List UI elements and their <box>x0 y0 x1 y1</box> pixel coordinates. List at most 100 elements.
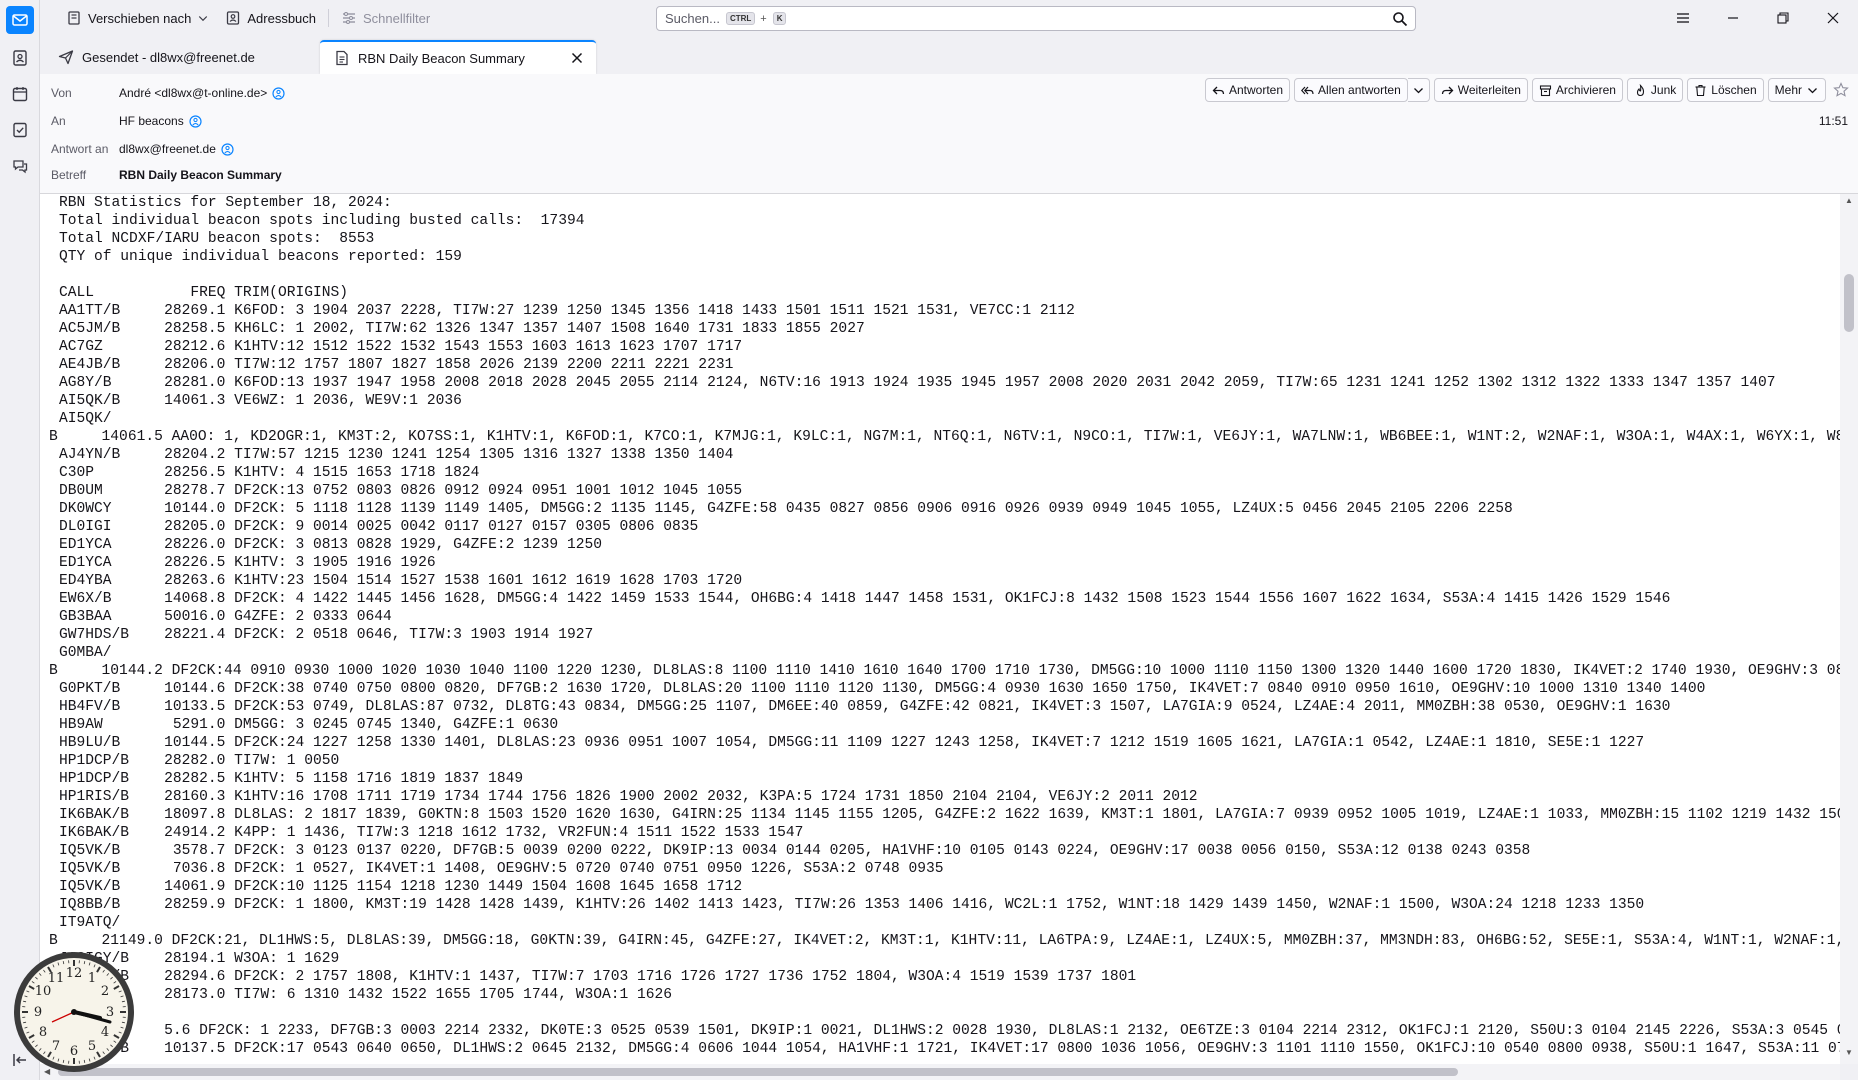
message-line: AA1TT/B 28269.1 K6FOD: 3 1904 2037 2228,… <box>59 303 1075 319</box>
svg-text:1: 1 <box>88 971 96 986</box>
to-address[interactable]: HF beacons <box>119 114 184 128</box>
addressbook-space-button[interactable] <box>6 44 34 72</box>
svg-text:5: 5 <box>88 1039 96 1054</box>
message-line: LA5TFB/B 5.6 DF2CK: 1 2233, DF7GB:3 0003… <box>59 1023 1840 1039</box>
tab-message[interactable]: RBN Daily Beacon Summary <box>320 40 596 74</box>
message-line: JA6YBR/B 28294.6 DF2CK: 2 1757 1808, K1H… <box>59 969 1137 985</box>
shortcut-key-ctrl: CTRL <box>725 12 756 25</box>
svg-text:2: 2 <box>101 984 109 999</box>
reply-button[interactable]: Antworten <box>1205 78 1291 102</box>
from-value[interactable]: André <dl8wx@t-online.de> <box>119 86 285 100</box>
close-icon <box>571 52 583 64</box>
forward-button[interactable]: Weiterleiten <box>1433 78 1528 102</box>
message-line: LA5TFB/B 10137.5 DF2CK:17 0543 0640 0650… <box>59 1041 1840 1057</box>
message-line: IQ5VK/B 14061.9 DF2CK:10 1125 1154 1218 … <box>59 879 743 895</box>
reply-label: Antworten <box>1229 83 1284 97</box>
contact-info-icon[interactable] <box>189 114 202 128</box>
message-line: HP1RIS/B 28160.3 K1HTV:16 1708 1711 1719… <box>59 789 1198 805</box>
calendar-icon <box>12 87 28 102</box>
filter-icon <box>343 12 356 24</box>
restore-icon <box>1777 12 1789 24</box>
search-input[interactable]: Suchen... CTRL + K <box>656 6 1416 31</box>
addressbook-button[interactable]: Adressbuch <box>217 5 324 31</box>
from-address[interactable]: André <dl8wx@t-online.de> <box>119 86 267 100</box>
message-time: 11:51 <box>1818 114 1848 128</box>
window-controls <box>1658 0 1858 36</box>
message-actions: Antworten Allen antworten Weiterleiten A… <box>1205 78 1852 102</box>
message-line: AI5QK/B 14061.3 VE6WZ: 1 2036, WE9V:1 20… <box>59 393 462 409</box>
junk-button[interactable]: Junk <box>1626 78 1684 102</box>
addressbook-icon <box>227 11 240 25</box>
trash-icon <box>1695 84 1706 96</box>
spaces-toolbar <box>0 0 40 1080</box>
reply-all-dropdown-button[interactable] <box>1407 78 1430 102</box>
scroll-down-arrow-icon[interactable]: ▼ <box>1845 1048 1853 1057</box>
archive-label: Archivieren <box>1555 83 1616 97</box>
send-icon <box>58 50 74 65</box>
message-line <box>59 266 1840 284</box>
vertical-scroll-thumb[interactable] <box>1844 274 1854 332</box>
restore-button[interactable] <box>1758 0 1808 36</box>
horizontal-scroll-thumb[interactable] <box>58 1068 1458 1076</box>
reply-to-value[interactable]: dl8wx@freenet.de <box>119 142 234 156</box>
from-label: Von <box>51 86 72 100</box>
to-value[interactable]: HF beacons <box>119 114 202 128</box>
message-line: DL0IGI 28205.0 DF2CK: 9 0014 0025 0042 0… <box>59 519 699 535</box>
message-line: G0MBA/ <box>59 645 112 661</box>
quick-filter-label: Schnellfilter <box>363 10 431 26</box>
vertical-scrollbar[interactable]: ▲ ▼ <box>1840 194 1858 1064</box>
quick-filter-button[interactable]: Schnellfilter <box>333 5 438 31</box>
tab-bar: Gesendet - dl8wx@freenet.de RBN Daily Be… <box>40 38 1858 74</box>
message-line: HP1DCP/B 28282.0 TI7W: 1 0050 <box>59 753 340 769</box>
to-label: An <box>51 114 66 128</box>
tab-close-button[interactable] <box>568 49 586 67</box>
horizontal-scrollbar[interactable]: ◀ <box>40 1064 1840 1080</box>
scroll-up-arrow-icon[interactable]: ▲ <box>1845 196 1853 205</box>
svg-text:6: 6 <box>70 1044 78 1059</box>
subject-value: RBN Daily Beacon Summary <box>119 168 282 182</box>
clock-widget: 12 12 3 4567 8 9 1011 <box>14 952 134 1072</box>
contact-info-icon[interactable] <box>272 86 285 100</box>
message-line: Total individual beacon spots including … <box>59 213 585 229</box>
minimize-icon <box>1728 17 1738 19</box>
addressbook-label: Adressbuch <box>247 10 317 26</box>
star-icon <box>1833 82 1849 97</box>
reply-to-address[interactable]: dl8wx@freenet.de <box>119 142 216 156</box>
message-body[interactable]: RBN Statistics for September 18, 2024: To… <box>40 194 1840 1064</box>
chat-space-button[interactable] <box>6 152 34 180</box>
message-line: CALL FREQ TRIM(ORIGINS) <box>59 285 349 301</box>
tasks-space-button[interactable] <box>6 116 34 144</box>
star-button[interactable] <box>1830 78 1852 102</box>
tab-sent-folder[interactable]: Gesendet - dl8wx@freenet.de <box>44 40 320 74</box>
message-icon <box>336 50 348 66</box>
minimize-button[interactable] <box>1708 0 1758 36</box>
chevron-down-icon <box>199 16 208 22</box>
contact-info-icon[interactable] <box>221 142 234 156</box>
calendar-space-button[interactable] <box>6 80 34 108</box>
archive-button[interactable]: Archivieren <box>1531 78 1623 102</box>
archive-icon <box>1539 84 1551 96</box>
collapse-spaces-icon[interactable] <box>10 1050 30 1070</box>
svg-text:12: 12 <box>66 966 83 981</box>
mail-space-button[interactable] <box>6 6 34 34</box>
search-icon[interactable] <box>1392 11 1408 27</box>
clock-center <box>71 1009 77 1015</box>
close-window-button[interactable] <box>1808 0 1858 36</box>
message-line <box>59 1004 1840 1022</box>
chat-icon <box>13 160 28 174</box>
svg-text:10: 10 <box>35 984 52 999</box>
reply-all-button[interactable]: Allen antworten <box>1294 78 1408 102</box>
message-line: IQ5VK/B 3578.7 DF2CK: 3 0123 0137 0220, … <box>59 843 1531 859</box>
search-placeholder: Suchen... <box>665 11 720 26</box>
forward-icon <box>1441 86 1454 94</box>
app-menu-button[interactable] <box>1658 0 1708 36</box>
delete-button[interactable]: Löschen <box>1687 78 1764 102</box>
move-to-button[interactable]: Verschieben nach <box>58 5 217 31</box>
message-line: B 14061.5 AA0O: 1, KD2OGR:1, KM3T:2, KO7… <box>49 429 1840 445</box>
move-to-label: Verschieben nach <box>88 10 192 26</box>
message-line: JA2IGY/B 28194.1 W3OA: 1 1629 <box>59 951 340 967</box>
message-line: IQ8BB/B 28259.9 DF2CK: 1 1800, KM3T:19 1… <box>59 897 1645 913</box>
more-button[interactable]: Mehr <box>1767 78 1826 102</box>
reply-all-icon <box>1301 86 1314 94</box>
tab-label: RBN Daily Beacon Summary <box>358 50 525 66</box>
